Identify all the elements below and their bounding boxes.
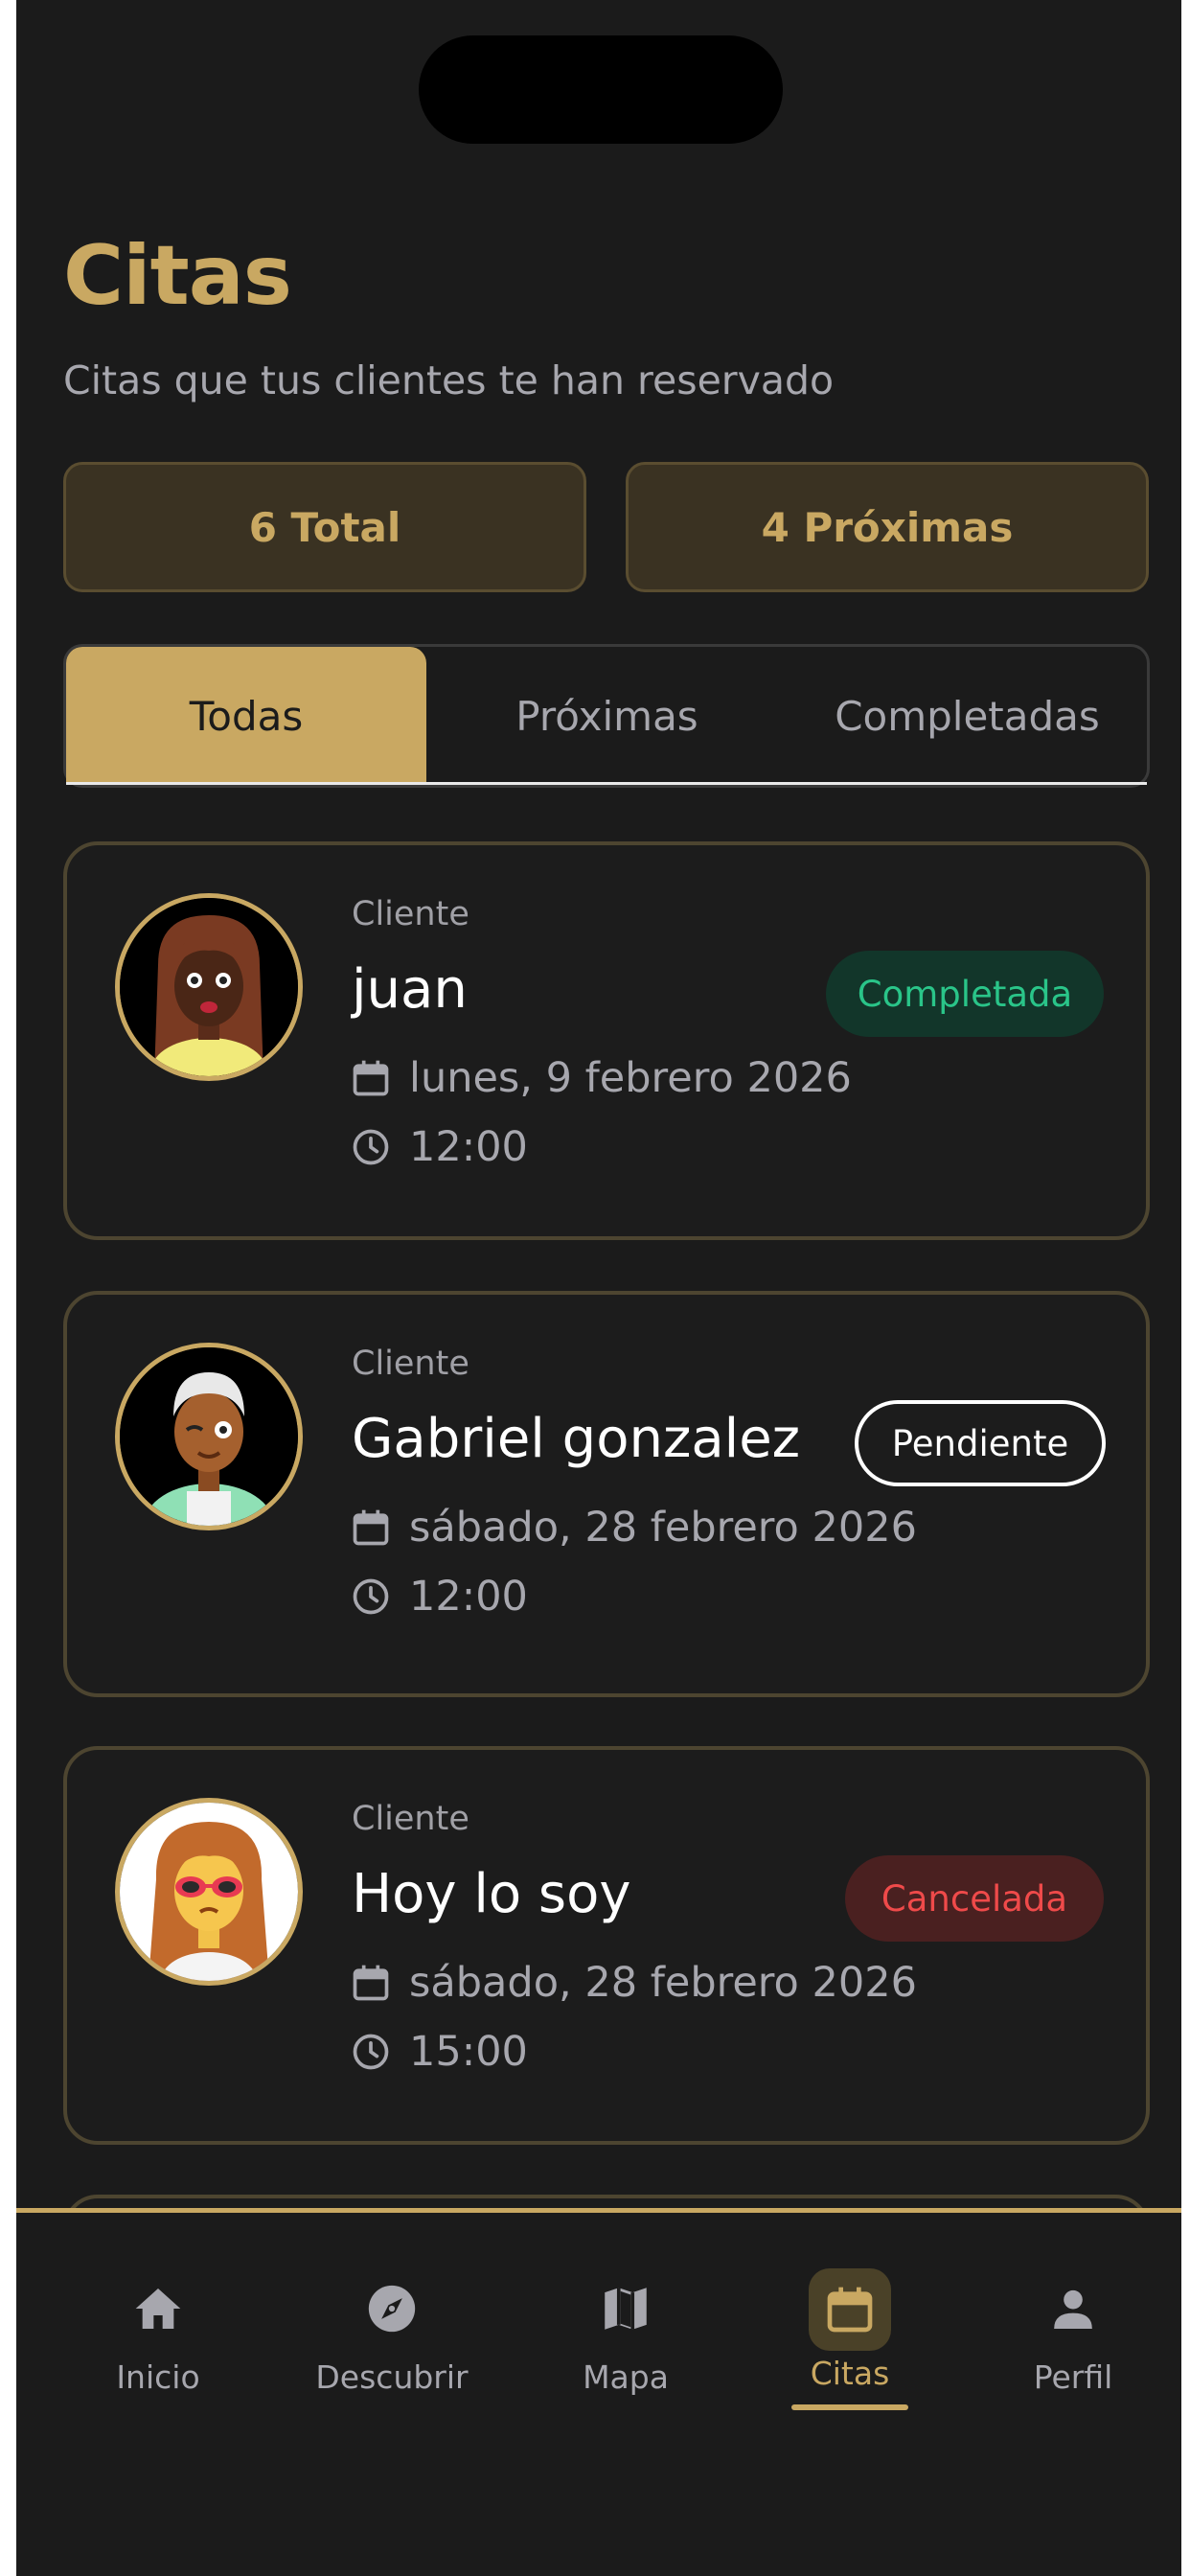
client-name: Hoy lo soy <box>352 1863 631 1925</box>
app-screen: Citas Citas que tus clientes te han rese… <box>16 0 1181 2576</box>
date-row: lunes, 9 febrero 2026 <box>350 1054 852 1102</box>
date-row: sábado, 28 febrero 2026 <box>350 1504 917 1552</box>
nav-label: Citas <box>810 2355 890 2392</box>
calendar-icon <box>353 1060 389 1096</box>
client-label: Cliente <box>352 1800 469 1838</box>
appointment-date: sábado, 28 febrero 2026 <box>409 1959 917 2007</box>
client-avatar <box>115 1343 303 1530</box>
page-subtitle: Citas que tus clientes te han reservado <box>63 357 835 403</box>
appointment-time: 12:00 <box>409 1573 528 1621</box>
calendar-icon <box>353 1965 389 2001</box>
client-label: Cliente <box>352 1345 469 1383</box>
filter-tabs: Todas Próximas Completadas <box>63 644 1150 788</box>
nav-item-mapa[interactable]: Mapa <box>515 2213 736 2424</box>
appointment-date: sábado, 28 febrero 2026 <box>409 1504 917 1552</box>
client-name: juan <box>352 958 468 1021</box>
home-icon <box>129 2280 187 2337</box>
nav-label: Descubrir <box>315 2358 469 2396</box>
active-indicator <box>791 2404 908 2410</box>
status-badge-cancelled: Cancelada <box>845 1855 1104 1942</box>
map-icon <box>597 2280 654 2337</box>
dynamic-island <box>419 35 783 144</box>
client-name: Gabriel gonzalez <box>352 1408 801 1470</box>
client-avatar <box>115 1798 303 1986</box>
appointment-date: lunes, 9 febrero 2026 <box>409 1054 852 1102</box>
calendar-icon <box>353 1509 389 1546</box>
appointment-card[interactable]: Cliente Gabriel gonzalez Pendiente sábad… <box>63 1291 1150 1697</box>
appointment-card[interactable]: Cliente Hoy lo soy Cancelada sábado, 28 … <box>63 1746 1150 2145</box>
nav-label: Perfil <box>1033 2358 1113 2396</box>
time-row: 12:00 <box>350 1123 528 1171</box>
tab-proximas[interactable]: Próximas <box>426 647 788 785</box>
client-label: Cliente <box>352 895 469 933</box>
nav-item-perfil[interactable]: Perfil <box>963 2213 1181 2424</box>
tab-todas[interactable]: Todas <box>66 647 426 785</box>
bottom-navigation: Inicio Descubrir Mapa Citas Perfil <box>16 2208 1181 2576</box>
client-avatar <box>115 893 303 1081</box>
nav-item-citas[interactable]: Citas <box>740 2213 960 2424</box>
upcoming-count-chip: 4 Próximas <box>626 462 1149 592</box>
clock-icon <box>353 1578 389 1615</box>
time-row: 12:00 <box>350 1573 528 1621</box>
date-row: sábado, 28 febrero 2026 <box>350 1959 917 2007</box>
calendar-icon <box>809 2268 891 2351</box>
page-title: Citas <box>63 228 292 324</box>
time-row: 15:00 <box>350 2028 528 2076</box>
nav-item-descubrir[interactable]: Descubrir <box>282 2213 502 2424</box>
appointment-time: 12:00 <box>409 1123 528 1171</box>
clock-icon <box>353 2034 389 2070</box>
nav-label: Mapa <box>583 2358 669 2396</box>
total-count-chip: 6 Total <box>63 462 586 592</box>
appointment-time: 15:00 <box>409 2028 528 2076</box>
compass-icon <box>363 2280 421 2337</box>
person-icon <box>1044 2280 1102 2337</box>
nav-label: Inicio <box>116 2358 200 2396</box>
tabs-underline <box>66 782 1147 785</box>
status-badge-completed: Completada <box>826 951 1104 1037</box>
clock-icon <box>353 1129 389 1165</box>
appointment-card[interactable]: Cliente juan Completada lunes, 9 febrero… <box>63 841 1150 1240</box>
status-badge-pending: Pendiente <box>855 1400 1106 1486</box>
tab-completadas[interactable]: Completadas <box>788 647 1147 785</box>
nav-item-inicio[interactable]: Inicio <box>48 2213 268 2424</box>
